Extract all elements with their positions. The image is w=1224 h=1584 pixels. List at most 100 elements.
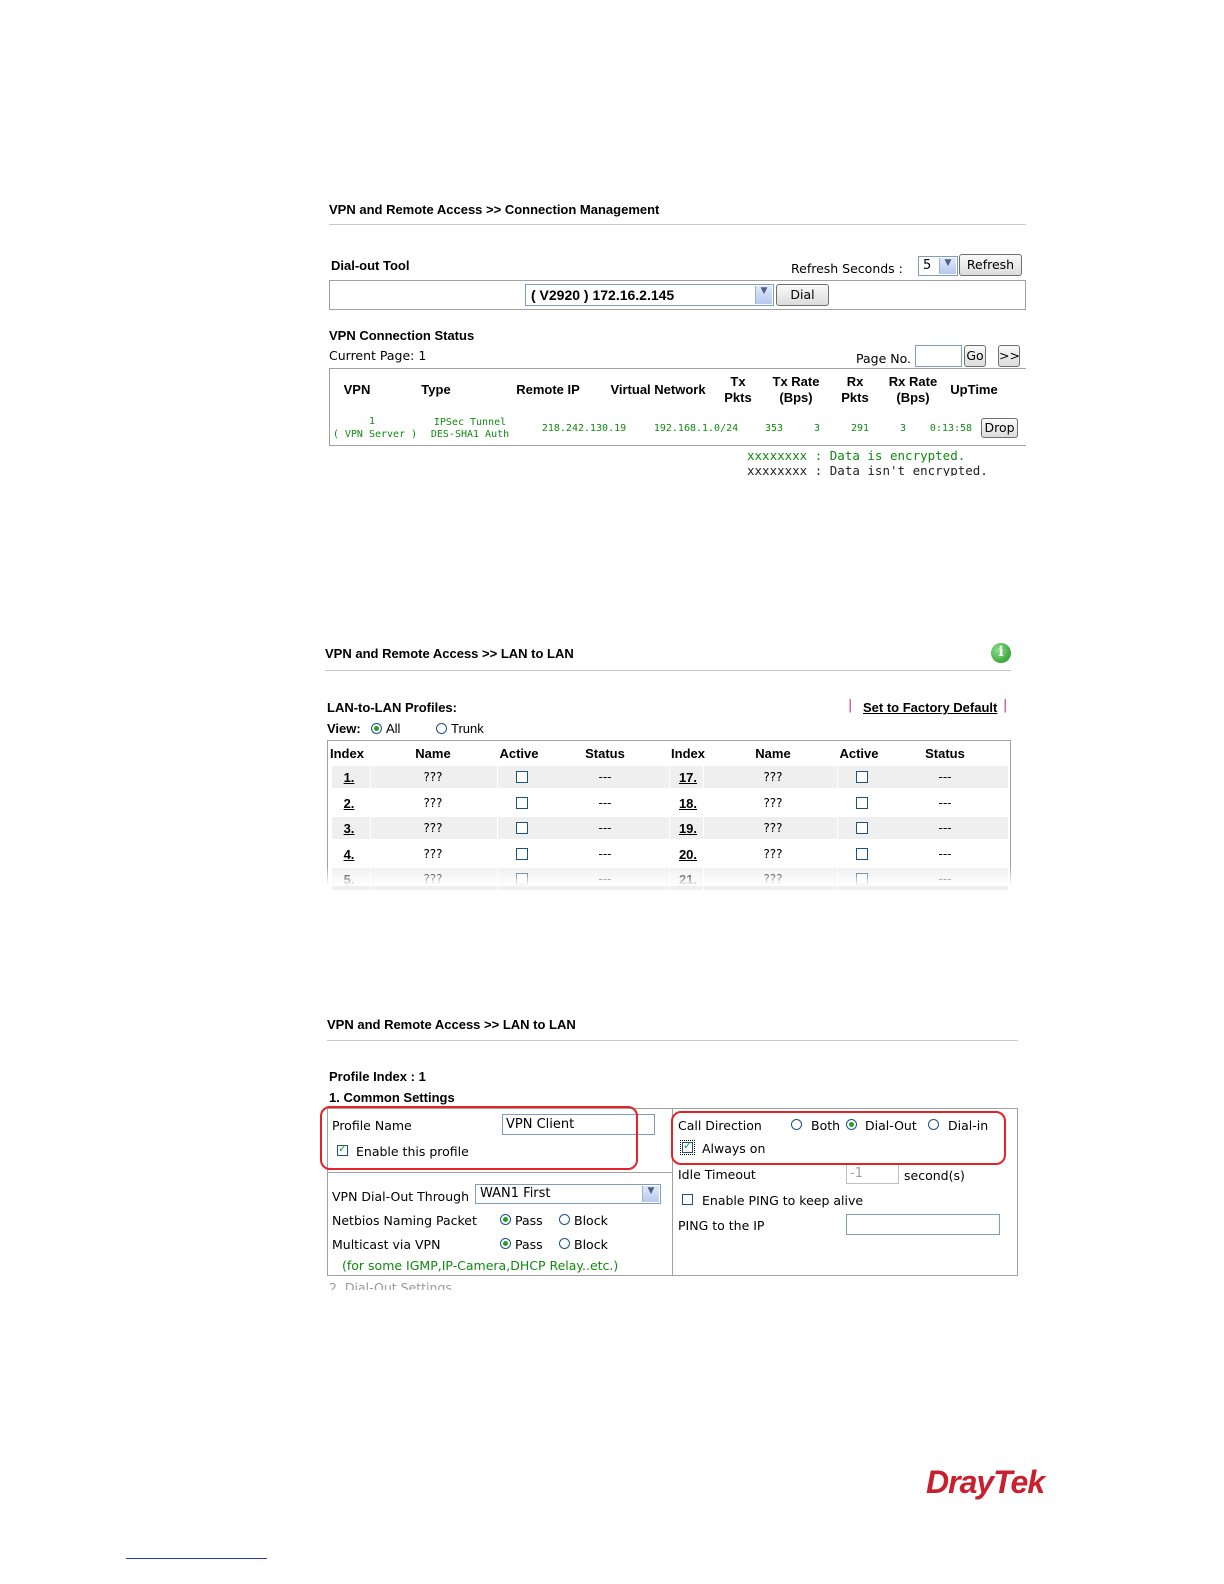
refresh-seconds-select[interactable]: 5 ▼ — [918, 256, 958, 276]
idle-timeout-input[interactable]: -1 — [846, 1164, 899, 1184]
go-button[interactable]: Go — [964, 345, 986, 367]
netbios-block-label: Block — [574, 1213, 608, 1228]
chevron-down-icon: ▼ — [755, 286, 772, 304]
uptime: 0:13:58 — [929, 423, 973, 434]
common-settings-title: 1. Common Settings — [329, 1090, 455, 1105]
profile-index-link[interactable]: 20. — [676, 847, 700, 862]
chevron-down-icon: ▼ — [939, 258, 956, 274]
profile-active-checkbox-2[interactable] — [856, 796, 868, 809]
profile-status: --- — [598, 770, 612, 784]
profile-index-link[interactable]: 3. — [342, 821, 356, 836]
multicast-block-radio[interactable] — [559, 1238, 570, 1249]
dialout-through-select[interactable]: WAN1 First ▼ — [475, 1184, 661, 1204]
dialout-settings-title: 2. Dial-Out Settings — [329, 1280, 452, 1290]
table-row: 3.??? --- 19.??? --- — [332, 817, 1008, 839]
profile-active-checkbox[interactable] — [516, 822, 528, 834]
dialout-tool-title: Dial-out Tool — [331, 258, 410, 273]
tx-pkts: 353 — [764, 423, 784, 434]
view-label: View: — [327, 721, 361, 736]
refresh-seconds-value: 5 — [923, 258, 932, 273]
profile-status: --- — [938, 821, 952, 835]
dialout-through-label: VPN Dial-Out Through — [332, 1189, 469, 1204]
profile-status: --- — [938, 795, 952, 810]
profile-name: ??? — [423, 795, 443, 810]
dial-button[interactable]: Dial — [776, 284, 829, 306]
rx-pkts: 291 — [850, 423, 870, 434]
current-page: Current Page: 1 — [329, 348, 427, 363]
profile-index-link[interactable]: 1. — [342, 770, 356, 785]
table-row: 1.??? --- 17.??? --- — [332, 766, 1008, 788]
profile-active-checkbox-2[interactable] — [856, 822, 868, 834]
profile-index-link[interactable]: 17. — [676, 770, 700, 785]
ping-ip-input[interactable] — [846, 1214, 1000, 1235]
page-no-input[interactable] — [915, 345, 962, 367]
set-factory-default-link[interactable]: Set to Factory Default — [863, 700, 997, 715]
enable-ping-checkbox[interactable] — [682, 1194, 693, 1205]
col-status: Status — [585, 746, 625, 761]
profiles-title: LAN-to-LAN Profiles: — [327, 700, 457, 715]
drop-button[interactable]: Drop — [981, 418, 1018, 438]
refresh-button[interactable]: Refresh — [959, 254, 1022, 276]
profile-active-checkbox-2[interactable] — [856, 847, 868, 860]
vpn-type-line1: IPSec Tunnel — [433, 417, 507, 428]
col-rx-pkts: Rx Pkts — [841, 374, 869, 405]
netbios-label: Netbios Naming Packet — [332, 1213, 477, 1228]
profile-name: ??? — [423, 821, 443, 835]
col-tx-rate: Tx Rate (Bps) — [772, 374, 820, 405]
footer-rule — [126, 1558, 267, 1559]
profile-name: ??? — [763, 821, 783, 835]
profile-active-checkbox[interactable] — [516, 796, 528, 809]
breadcrumb-profile: VPN and Remote Access >> LAN to LAN — [327, 1017, 576, 1032]
enable-ping-label: Enable PING to keep alive — [702, 1193, 864, 1208]
profile-active-checkbox[interactable] — [516, 847, 528, 860]
profile-active-checkbox[interactable] — [516, 771, 528, 783]
view-trunk-radio[interactable] — [436, 723, 447, 734]
col-name: Name — [415, 746, 451, 761]
col-vpn: VPN — [343, 382, 371, 397]
multicast-block-label: Block — [574, 1237, 608, 1252]
profile-index-link[interactable]: 4. — [342, 847, 356, 862]
highlight-call-direction — [671, 1111, 1006, 1165]
ping-ip-label: PING to the IP — [678, 1218, 765, 1233]
profile-name: ??? — [763, 795, 783, 810]
dial-target-value: ( V2920 ) 172.16.2.145 — [531, 287, 675, 303]
profile-active-checkbox-2[interactable] — [856, 771, 868, 783]
col-tx-pkts: Tx Pkts — [724, 374, 752, 405]
info-icon[interactable]: i — [991, 643, 1011, 663]
dial-target-select[interactable]: ( V2920 ) 172.16.2.145 ▼ — [525, 284, 774, 306]
view-all-label: All — [386, 721, 401, 736]
dialout-through-value: WAN1 First — [480, 1186, 551, 1201]
multicast-pass-radio[interactable] — [500, 1238, 511, 1249]
next-page-button[interactable]: >> — [998, 345, 1020, 367]
col-active: Active — [499, 746, 539, 761]
legend-encrypted: xxxxxxxx : Data is encrypted. — [747, 448, 966, 463]
separator: | — [848, 698, 853, 713]
tx-rate: 3 — [813, 423, 821, 434]
col-index-2: Index — [671, 746, 705, 761]
view-all-radio[interactable] — [371, 723, 382, 734]
profile-index: Profile Index : 1 — [329, 1069, 426, 1084]
chevron-down-icon: ▼ — [642, 1186, 659, 1202]
netbios-block-radio[interactable] — [559, 1214, 570, 1225]
profile-index-link[interactable]: 19. — [676, 821, 700, 836]
profile-index-link[interactable]: 18. — [676, 796, 700, 811]
col-virtual-network: Virtual Network — [610, 382, 706, 397]
col-remote-ip: Remote IP — [516, 382, 580, 397]
netbios-pass-radio[interactable] — [500, 1214, 511, 1225]
col-rx-rate: Rx Rate (Bps) — [888, 374, 938, 405]
profile-status: --- — [938, 846, 952, 861]
profile-name: ??? — [423, 846, 443, 861]
profile-name: ??? — [423, 770, 443, 784]
multicast-note: (for some IGMP,IP-Camera,DHCP Relay..etc… — [342, 1258, 619, 1273]
col-name-2: Name — [755, 746, 791, 761]
col-type: Type — [421, 382, 451, 397]
col-uptime: UpTime — [950, 382, 998, 397]
profile-index-link[interactable]: 2. — [342, 796, 356, 811]
highlight-profile-name — [320, 1106, 638, 1170]
profile-name: ??? — [763, 770, 783, 784]
multicast-label: Multicast via VPN — [332, 1237, 441, 1252]
vpn-status-title: VPN Connection Status — [329, 328, 475, 343]
draytek-logo: DrayTek — [926, 1464, 1045, 1500]
col-index: Index — [330, 746, 364, 761]
legend-unencrypted: xxxxxxxx : Data isn't encrypted. — [747, 463, 988, 476]
